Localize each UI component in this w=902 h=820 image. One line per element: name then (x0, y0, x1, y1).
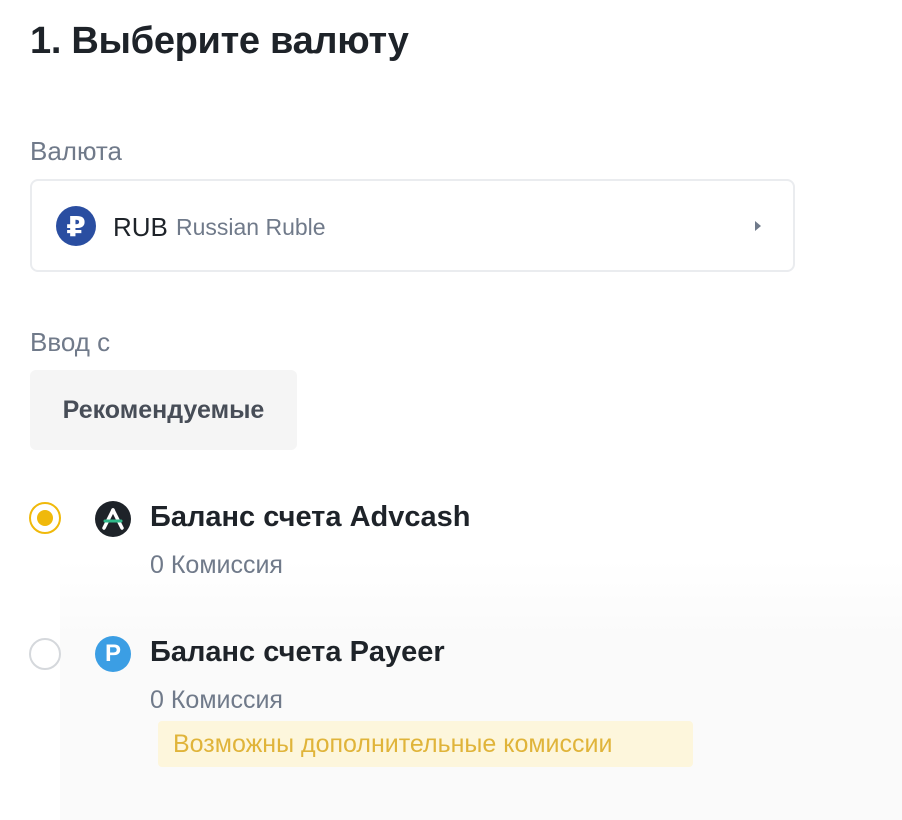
method-name-payeer[interactable]: Баланс счета Payeer (150, 636, 445, 669)
currency-select[interactable]: ₽ RUB Russian Ruble (30, 179, 795, 272)
method-fee-advcash: 0 Комиссия (150, 551, 283, 579)
payeer-icon: P (95, 636, 131, 672)
ruble-icon: ₽ (56, 206, 96, 246)
method-fee-payeer: 0 Комиссия (150, 686, 283, 714)
currency-code: RUB (113, 212, 168, 242)
page-title: 1. Выберите валюту (30, 20, 409, 62)
method-name-advcash[interactable]: Баланс счета Advcash (150, 501, 470, 534)
radio-advcash[interactable] (29, 502, 61, 534)
advcash-icon (95, 501, 131, 537)
deposit-currency-page: 1. Выберите валюту Валюта ₽ RUB Russian … (0, 0, 902, 820)
radio-payeer[interactable] (29, 638, 61, 670)
currency-name: Russian Ruble (176, 214, 326, 240)
currency-label: Валюта (30, 136, 122, 166)
caret-right-icon (755, 221, 761, 231)
tab-recommended[interactable]: Рекомендуемые (30, 370, 297, 450)
deposit-from-label: Ввод с (30, 327, 111, 357)
additional-fees-note: Возможны дополнительные комиссии (158, 721, 693, 767)
